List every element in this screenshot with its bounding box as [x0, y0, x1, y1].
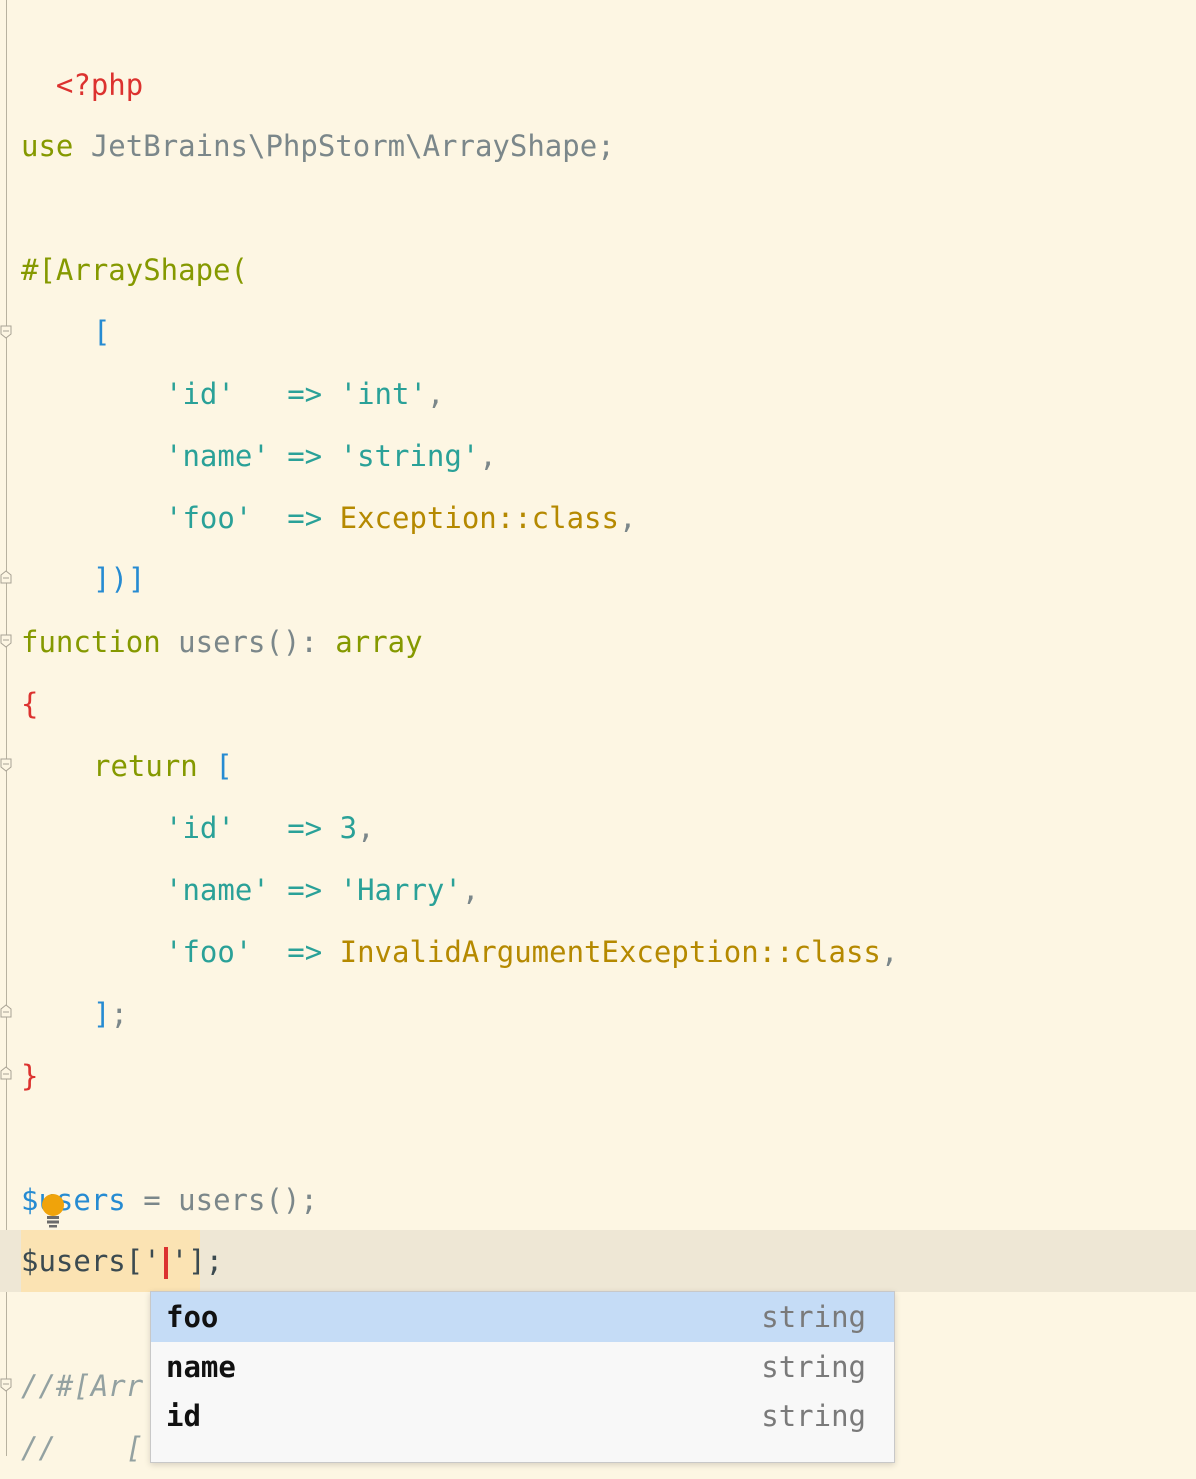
code-line[interactable]: ])]	[93, 548, 145, 610]
arrow-operator: =>	[234, 811, 340, 845]
code-line[interactable]: #[ArrayShape(	[21, 239, 248, 301]
code-line[interactable]: <?php	[21, 0, 143, 102]
fold-marker-icon[interactable]	[0, 1066, 12, 1080]
code-line[interactable]: //#[Arr	[21, 1355, 143, 1417]
comment-line: // [	[21, 1431, 144, 1465]
text-caret	[163, 1247, 168, 1279]
code-line[interactable]: return [	[93, 735, 233, 797]
code-line[interactable]: 'foo' => Exception::class,	[165, 487, 636, 549]
shape-name-key: 'name'	[165, 439, 270, 473]
use-semicolon: ;	[597, 129, 615, 163]
fold-marker-icon[interactable]	[0, 1378, 12, 1392]
shape-id-key: 'id'	[165, 377, 235, 411]
completion-type: string	[761, 1350, 866, 1384]
return-name-key: 'name'	[165, 873, 270, 907]
comma: ,	[618, 501, 637, 535]
return-type: array	[335, 625, 423, 659]
return-bracket-close: ]	[93, 997, 111, 1031]
code-line[interactable]: 'name' => 'Harry',	[165, 859, 479, 921]
completion-popup: foo string name string id string	[150, 1291, 895, 1463]
shape-foo-key: 'foo'	[165, 501, 253, 535]
return-id-key: 'id'	[165, 811, 235, 845]
brace-open: {	[21, 687, 39, 721]
code-line[interactable]: }	[21, 1045, 38, 1107]
code-line[interactable]: // [	[21, 1417, 143, 1479]
function-name: users():	[160, 625, 336, 659]
code-line[interactable]: 'id' => 'int',	[165, 363, 444, 425]
completion-type: string	[761, 1300, 866, 1334]
completion-item-id[interactable]: id string	[151, 1391, 894, 1441]
use-keyword: use	[21, 129, 74, 163]
attribute-close: ])]	[93, 562, 146, 596]
completion-item-name[interactable]: name string	[151, 1342, 894, 1392]
assign-expression: = users();	[125, 1183, 318, 1217]
code-line[interactable]: ];	[93, 983, 128, 1045]
function-keyword: function	[21, 625, 161, 659]
arrow-operator: =>	[269, 873, 340, 907]
fold-marker-icon[interactable]	[0, 1004, 12, 1018]
comma: ,	[461, 873, 480, 907]
code-line[interactable]: function users(): array	[21, 611, 423, 673]
return-foo-value: InvalidArgumentException::class	[339, 935, 881, 969]
completion-type: string	[761, 1399, 866, 1433]
lightbulb-icon[interactable]	[40, 1192, 66, 1228]
completion-item-foo[interactable]: foo string	[151, 1292, 894, 1342]
comma: ,	[479, 439, 497, 473]
array-bracket-open: [	[93, 315, 111, 349]
arrow-operator: =>	[269, 439, 340, 473]
return-foo-key: 'foo'	[165, 935, 253, 969]
code-line[interactable]: 'foo' => InvalidArgumentException::class…	[165, 921, 898, 983]
php-open-tag: <?php	[55, 68, 144, 102]
completion-key: id	[166, 1399, 201, 1433]
users-variable: $users	[21, 1183, 126, 1217]
arrow-operator: =>	[234, 377, 340, 411]
use-namespace: JetBrains\PhpStorm\ArrayShape	[73, 129, 598, 163]
arrow-operator: =>	[252, 501, 340, 535]
return-name-value: 'Harry'	[339, 873, 462, 907]
code-line[interactable]: 'id' => 3,	[165, 797, 375, 859]
fold-marker-icon[interactable]	[0, 634, 12, 648]
completion-key: name	[166, 1350, 236, 1384]
return-id-value: 3	[339, 811, 358, 845]
comma: ,	[880, 935, 899, 969]
array-access-prefix: $users['	[21, 1244, 161, 1278]
fold-marker-icon[interactable]	[0, 570, 12, 584]
semicolon: ;	[110, 997, 128, 1031]
comma: ,	[357, 811, 375, 845]
code-line[interactable]: {	[21, 673, 38, 735]
code-line[interactable]: use JetBrains\PhpStorm\ArrayShape;	[21, 115, 615, 177]
shape-foo-value: Exception::class	[339, 501, 619, 535]
shape-name-value: 'string'	[339, 439, 480, 473]
return-bracket: [	[197, 749, 233, 783]
return-keyword: return	[93, 749, 198, 783]
code-line[interactable]: 'name' => 'string',	[165, 425, 497, 487]
comment-line: //#[Arr	[21, 1369, 144, 1403]
arrow-operator: =>	[252, 935, 340, 969]
fold-marker-icon[interactable]	[0, 758, 12, 772]
completion-key: foo	[166, 1300, 219, 1334]
array-access-suffix: '];	[170, 1244, 224, 1278]
current-code-line[interactable]: $users[' '];	[21, 1230, 223, 1292]
code-line[interactable]: [	[93, 301, 110, 363]
attribute-open: #[ArrayShape(	[21, 253, 248, 287]
shape-id-value: 'int'	[339, 377, 427, 411]
comma: ,	[426, 377, 445, 411]
fold-marker-icon[interactable]	[0, 325, 12, 339]
brace-close: }	[21, 1059, 39, 1093]
